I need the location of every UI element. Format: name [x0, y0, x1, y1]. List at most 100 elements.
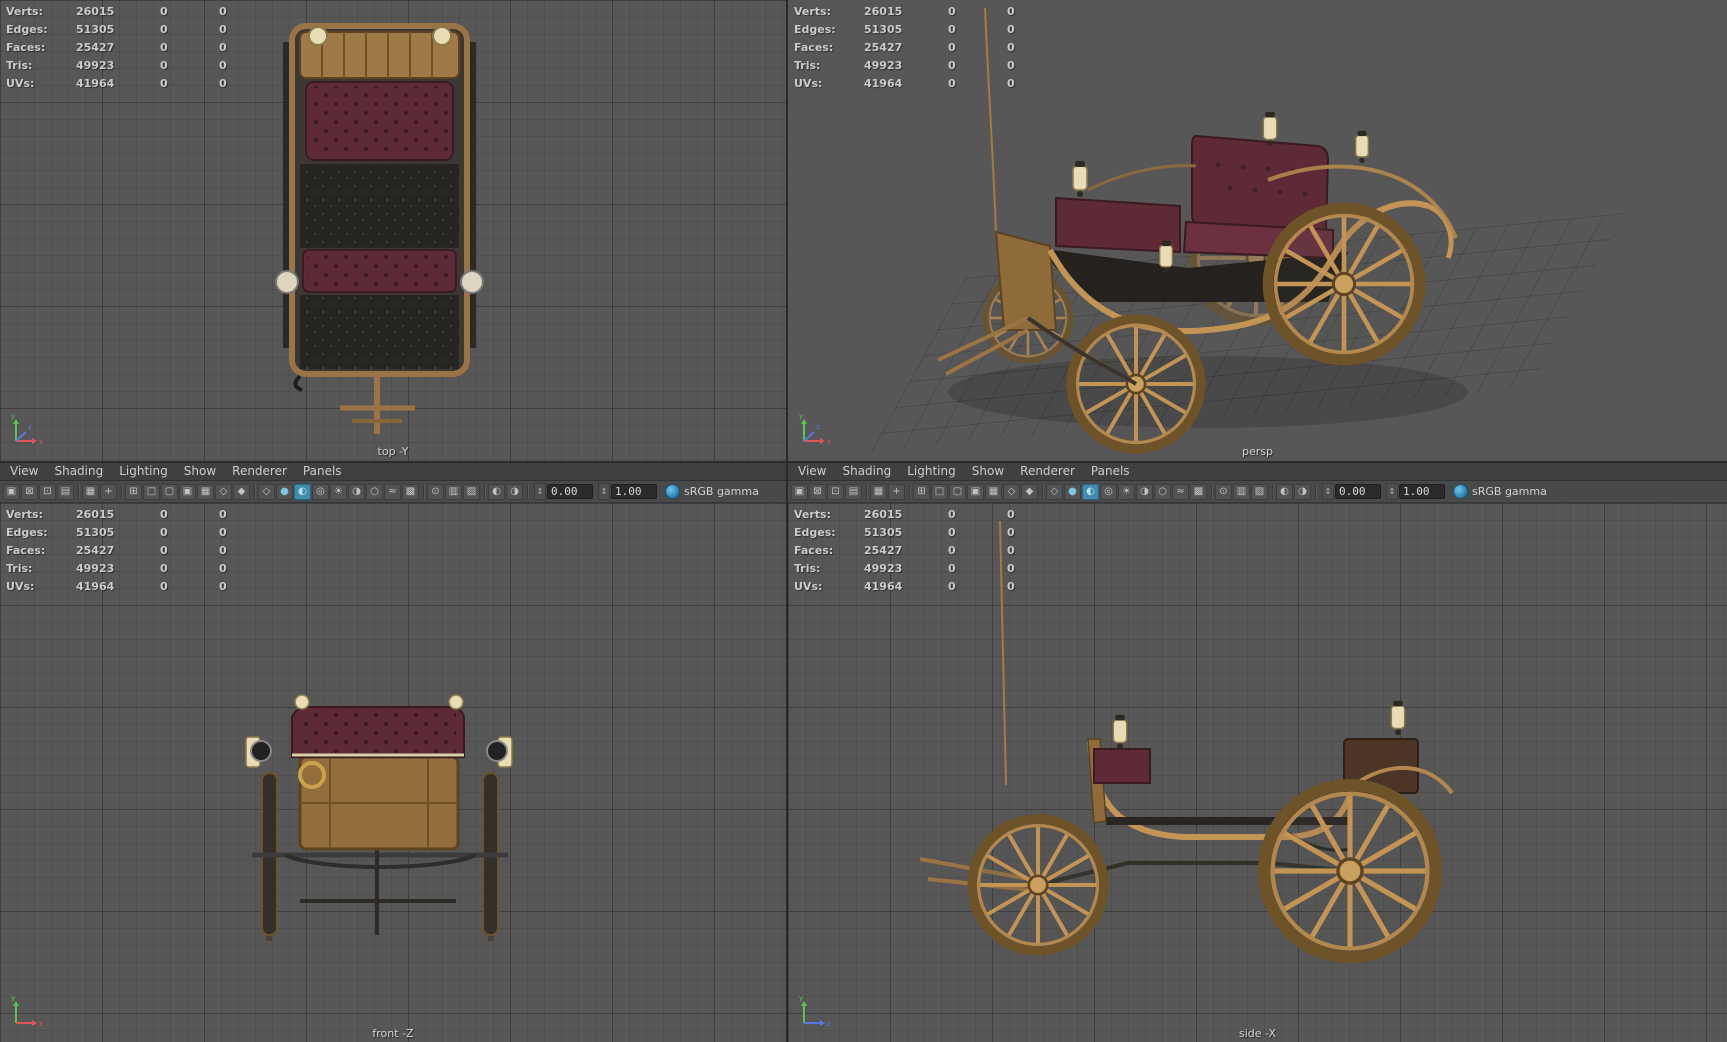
- isolate-select-icon[interactable]: ⊙: [1215, 483, 1232, 500]
- select-camera-icon[interactable]: ▣: [791, 483, 808, 500]
- menu-show[interactable]: Show: [176, 463, 224, 480]
- lighting-all-icon[interactable]: ☀: [330, 483, 347, 500]
- image-plane-icon[interactable]: ▦: [870, 483, 887, 500]
- gamma-icon[interactable]: ◑: [506, 483, 523, 500]
- menu-view[interactable]: View: [2, 463, 46, 480]
- lighting-all-icon[interactable]: ☀: [1118, 483, 1135, 500]
- bookmarks-icon[interactable]: ▤: [845, 483, 862, 500]
- menu-show[interactable]: Show: [964, 463, 1012, 480]
- viewport-side-canvas[interactable]: Verts: 26015 0 0 Edges: 51305 0 0 Faces: 25427 0 0 T…: [788, 503, 1727, 1042]
- menu-renderer[interactable]: Renderer: [224, 463, 295, 480]
- hud-value: 41964: [864, 579, 903, 593]
- wireframe-icon[interactable]: ◇: [258, 483, 275, 500]
- motion-blur-icon[interactable]: ≈: [1172, 483, 1189, 500]
- occlusion-icon[interactable]: ○: [366, 483, 383, 500]
- menu-lighting[interactable]: Lighting: [899, 463, 964, 480]
- film-gate-icon[interactable]: □: [931, 483, 948, 500]
- exposure-spinner[interactable]: ↕: [534, 483, 546, 500]
- hud-value: 25427: [76, 543, 115, 557]
- select-camera-icon[interactable]: ▣: [3, 483, 20, 500]
- camera-attributes-icon[interactable]: ⊡: [827, 483, 844, 500]
- shadows-icon[interactable]: ◑: [348, 483, 365, 500]
- gate-mask-icon[interactable]: ▣: [967, 483, 984, 500]
- viewport-front-canvas[interactable]: Verts: 26015 0 0 Edges: 51305 0 0 Faces: 25427 0 0 T…: [0, 503, 786, 1042]
- pan-zoom-2d-icon[interactable]: +: [888, 483, 905, 500]
- smooth-shade-icon[interactable]: ●: [1064, 483, 1081, 500]
- hud-zero2: 0: [1007, 4, 1015, 18]
- grid-toggle-icon[interactable]: ⊞: [913, 483, 930, 500]
- image-plane-icon[interactable]: ▦: [82, 483, 99, 500]
- exposure-icon[interactable]: ◐: [1276, 483, 1293, 500]
- xray-icon[interactable]: ▥: [1233, 483, 1250, 500]
- gamma-field[interactable]: [611, 484, 657, 499]
- viewport-persp-view: Verts: 26015 0 0 Edges: 51305 0 0 Faces: 25427 0 0 T…: [788, 0, 1727, 461]
- multisample-aa-icon[interactable]: ▩: [402, 483, 419, 500]
- menu-panels[interactable]: Panels: [1083, 463, 1138, 480]
- hud-label: Tris:: [6, 58, 33, 72]
- field-chart-icon[interactable]: ▦: [985, 483, 1002, 500]
- occlusion-icon[interactable]: ○: [1154, 483, 1171, 500]
- isolate-select-icon[interactable]: ⊙: [427, 483, 444, 500]
- use-default-material-icon[interactable]: ◎: [1100, 483, 1117, 500]
- exposure-icon[interactable]: ◐: [488, 483, 505, 500]
- lock-camera-icon[interactable]: ⊠: [809, 483, 826, 500]
- bookmarks-icon[interactable]: ▤: [57, 483, 74, 500]
- textured-icon[interactable]: ◐: [294, 483, 311, 500]
- safe-title-icon[interactable]: ◆: [233, 483, 250, 500]
- hud-zero2: 0: [219, 525, 227, 539]
- exposure-spinner[interactable]: ↕: [1322, 483, 1334, 500]
- hud-zero: 0: [948, 40, 956, 54]
- menu-lighting[interactable]: Lighting: [111, 463, 176, 480]
- menu-view[interactable]: View: [790, 463, 834, 480]
- wireframe-on-shaded-icon[interactable]: ▨: [463, 483, 480, 500]
- wireframe-icon[interactable]: ◇: [1046, 483, 1063, 500]
- svg-text:y: y: [11, 994, 15, 1002]
- safe-action-icon[interactable]: ◇: [1003, 483, 1020, 500]
- viewport-top-canvas[interactable]: Verts: 26015 0 0 Edges: 51305 0 0 Faces: 25427 0 0 T…: [0, 0, 786, 461]
- toolbar-separator: [527, 484, 528, 499]
- grid-toggle-icon[interactable]: ⊞: [125, 483, 142, 500]
- gamma-icon[interactable]: ◑: [1294, 483, 1311, 500]
- hud-row: Faces: 25427 0 0: [6, 541, 249, 559]
- viewport-persp-canvas[interactable]: Verts: 26015 0 0 Edges: 51305 0 0 Faces: 25427 0 0 T…: [788, 0, 1727, 461]
- color-management-icon[interactable]: [1453, 484, 1468, 499]
- toolbar-separator: [423, 484, 424, 499]
- menu-shading[interactable]: Shading: [46, 463, 111, 480]
- multisample-aa-icon[interactable]: ▩: [1190, 483, 1207, 500]
- textured-icon[interactable]: ◐: [1082, 483, 1099, 500]
- shadows-icon[interactable]: ◑: [1136, 483, 1153, 500]
- exposure-field[interactable]: [547, 484, 593, 499]
- gamma-spinner[interactable]: ↕: [598, 483, 610, 500]
- hud-zero2: 0: [1007, 40, 1015, 54]
- hud-row: UVs: 41964 0 0: [794, 74, 1037, 92]
- xray-icon[interactable]: ▥: [445, 483, 462, 500]
- safe-action-icon[interactable]: ◇: [215, 483, 232, 500]
- view-transform-label[interactable]: sRGB gamma: [684, 485, 759, 498]
- poly-count-hud: Verts: 26015 0 0 Edges: 51305 0 0 Faces: 25427 0 0 T…: [794, 505, 1037, 595]
- gamma-spinner[interactable]: ↕: [1386, 483, 1398, 500]
- motion-blur-icon[interactable]: ≈: [384, 483, 401, 500]
- film-gate-icon[interactable]: □: [143, 483, 160, 500]
- hud-value: 26015: [76, 507, 115, 521]
- resolution-gate-icon[interactable]: ▢: [161, 483, 178, 500]
- lock-camera-icon[interactable]: ⊠: [21, 483, 38, 500]
- gate-mask-icon[interactable]: ▣: [179, 483, 196, 500]
- safe-title-icon[interactable]: ◆: [1021, 483, 1038, 500]
- field-chart-icon[interactable]: ▦: [197, 483, 214, 500]
- view-transform-label[interactable]: sRGB gamma: [1472, 485, 1547, 498]
- color-management-icon[interactable]: [665, 484, 680, 499]
- exposure-field[interactable]: [1335, 484, 1381, 499]
- camera-attributes-icon[interactable]: ⊡: [39, 483, 56, 500]
- menu-panels[interactable]: Panels: [295, 463, 350, 480]
- menu-renderer[interactable]: Renderer: [1012, 463, 1083, 480]
- toolbar-separator: [484, 484, 485, 499]
- poly-count-hud: Verts: 26015 0 0 Edges: 51305 0 0 Faces: 25427 0 0 T…: [6, 505, 249, 595]
- smooth-shade-icon[interactable]: ●: [276, 483, 293, 500]
- use-default-material-icon[interactable]: ◎: [312, 483, 329, 500]
- wireframe-on-shaded-icon[interactable]: ▨: [1251, 483, 1268, 500]
- gamma-field[interactable]: [1399, 484, 1445, 499]
- menu-shading[interactable]: Shading: [834, 463, 899, 480]
- viewport-quad-layout: Verts: 26015 0 0 Edges: 51305 0 0 Faces: 25427 0 0 T…: [0, 0, 1727, 1042]
- resolution-gate-icon[interactable]: ▢: [949, 483, 966, 500]
- pan-zoom-2d-icon[interactable]: +: [100, 483, 117, 500]
